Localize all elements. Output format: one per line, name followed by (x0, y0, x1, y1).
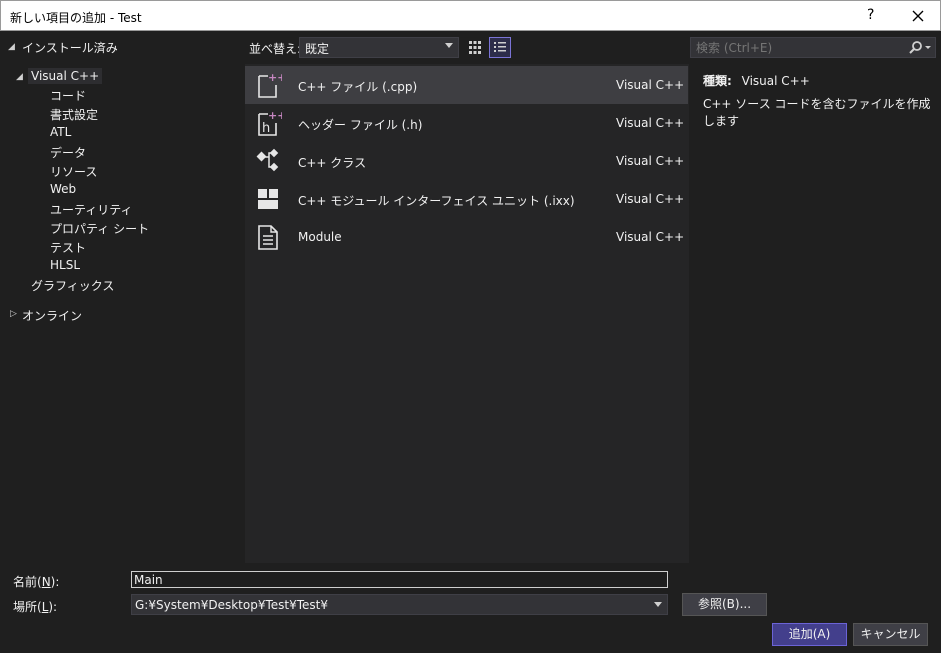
search-input[interactable] (691, 38, 901, 57)
details-description: C++ ソース コードを含むファイルを作成します (703, 97, 931, 128)
tree-item-web[interactable]: Web (50, 182, 76, 196)
name-input[interactable] (131, 571, 668, 588)
module-interface-icon (256, 185, 282, 213)
location-value: G:¥System¥Desktop¥Test¥Test¥ (135, 598, 329, 612)
tree-item-online[interactable]: オンライン (22, 307, 82, 324)
template-language: Visual C++ (616, 230, 685, 244)
location-label: 場所(L): (13, 600, 58, 614)
template-item-cpp-class[interactable]: C++ クラス Visual C++ (245, 142, 688, 180)
expand-arrow-icon[interactable]: ◢ (16, 72, 23, 82)
tree-item-hlsl[interactable]: HLSL (50, 258, 80, 272)
tree-item-installed[interactable]: インストール済み (22, 39, 118, 56)
template-list: ++ C++ ファイル (.cpp) Visual C++ h ++ ヘッダー … (245, 64, 689, 563)
search-icon[interactable] (907, 40, 933, 59)
add-button[interactable]: 追加(A) (772, 623, 847, 646)
tree-item-atl[interactable]: ATL (50, 125, 71, 139)
category-tree (0, 31, 244, 565)
svg-text:++: ++ (268, 109, 282, 122)
template-name: Module (298, 230, 342, 244)
title-bar: 新しい項目の追加 - Test ? (0, 0, 941, 31)
name-label: 名前(N): (13, 575, 60, 589)
svg-text:++: ++ (268, 71, 282, 84)
close-icon (912, 10, 924, 22)
grid-icon (469, 41, 481, 54)
close-button[interactable] (906, 5, 930, 27)
details-kind-value: Visual C++ (741, 74, 810, 88)
details-kind-label: 種類: (703, 74, 732, 88)
chevron-down-icon (445, 43, 453, 48)
template-name: C++ モジュール インターフェイス ユニット (.ixx) (298, 194, 575, 208)
tree-item-code[interactable]: コード (50, 87, 86, 104)
cancel-button[interactable]: キャンセル (853, 623, 928, 646)
template-language: Visual C++ (616, 116, 685, 130)
tree-item-test[interactable]: テスト (50, 239, 86, 256)
tree-item-visual-cpp[interactable]: Visual C++ (28, 68, 103, 84)
template-item-module-interface[interactable]: C++ モジュール インターフェイス ユニット (.ixx) Visual C+… (245, 180, 688, 218)
cpp-file-icon: ++ (256, 71, 286, 99)
help-button[interactable]: ? (867, 7, 874, 23)
tree-item-utility[interactable]: ユーティリティ (50, 201, 133, 218)
sort-value: 既定 (305, 42, 330, 56)
list-view-button[interactable] (489, 37, 511, 58)
sort-dropdown[interactable]: 既定 (299, 37, 459, 58)
svg-text:h: h (262, 121, 270, 136)
template-language: Visual C++ (616, 192, 685, 206)
template-language: Visual C++ (616, 154, 685, 168)
template-language: Visual C++ (616, 78, 685, 92)
tree-item-graphics[interactable]: グラフィックス (31, 277, 114, 294)
tree-item-resource[interactable]: リソース (50, 163, 97, 180)
template-name: ヘッダー ファイル (.h) (298, 118, 423, 132)
template-item-module[interactable]: Module Visual C++ (245, 218, 688, 256)
location-dropdown[interactable]: G:¥System¥Desktop¥Test¥Test¥ (131, 594, 668, 615)
template-name: C++ ファイル (.cpp) (298, 80, 418, 94)
expand-arrow-icon[interactable]: ◢ (8, 42, 15, 52)
tree-item-property-sheet[interactable]: プロパティ シート (50, 220, 149, 237)
template-name: C++ クラス (298, 156, 367, 170)
class-icon (256, 147, 282, 175)
window-title: 新しい項目の追加 - Test (10, 11, 142, 25)
tree-item-formatting[interactable]: 書式設定 (50, 106, 98, 123)
browse-button[interactable]: 参照(B)... (682, 593, 767, 616)
search-box[interactable] (690, 37, 936, 58)
chevron-down-icon (654, 602, 662, 607)
sort-label: 並べ替え: (249, 42, 302, 56)
details-kind: 種類: Visual C++ (703, 72, 810, 89)
grid-view-button[interactable] (464, 37, 486, 58)
tree-item-data[interactable]: データ (50, 144, 86, 161)
collapse-arrow-icon[interactable]: ▷ (10, 309, 17, 319)
template-item-cpp-file[interactable]: ++ C++ ファイル (.cpp) Visual C++ (245, 66, 688, 104)
module-document-icon (256, 223, 282, 251)
list-icon (494, 42, 506, 52)
template-item-header-file[interactable]: h ++ ヘッダー ファイル (.h) Visual C++ (245, 104, 688, 142)
header-file-icon: h ++ (256, 109, 286, 137)
